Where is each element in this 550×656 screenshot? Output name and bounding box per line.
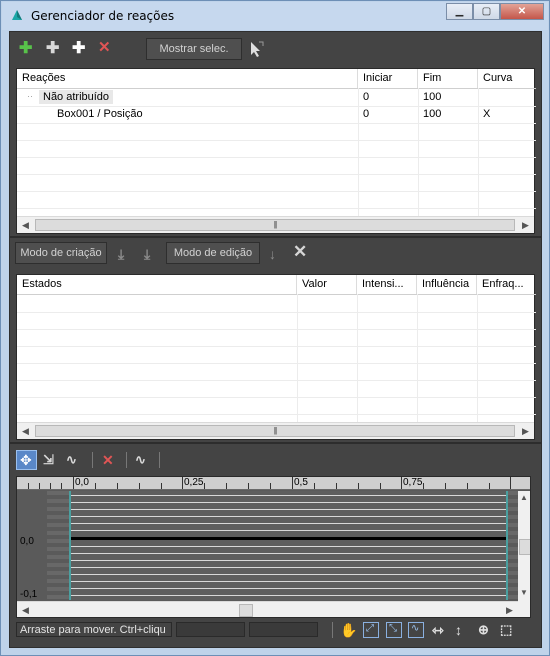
zoom-horizontal-button[interactable]: ⤡ <box>386 622 402 638</box>
status-hint: Arraste para mover. Ctrl+cliqu <box>16 622 172 637</box>
add-selected-icon[interactable]: ✚ <box>46 41 59 57</box>
x-tick-label: 0,25 <box>184 477 204 488</box>
scroll-left-icon[interactable]: ◀ <box>17 602 34 617</box>
states-list: Estados Valor Intensi... Influência Enfr… <box>16 274 536 440</box>
x-tick-label: 0,5 <box>294 477 308 488</box>
add-point-icon[interactable]: ∿ <box>66 452 77 468</box>
scroll-thumb[interactable]: ||| <box>35 219 515 231</box>
scale-keys-icon[interactable]: ⇲ <box>43 452 54 468</box>
scroll-left-icon[interactable]: ◀ <box>17 423 34 439</box>
move-keys-button[interactable]: ✥ <box>16 450 37 470</box>
reaction-end: 100 <box>423 108 442 120</box>
curve-line[interactable] <box>71 537 506 540</box>
client-area: ✚ ✚ ✚ ✕ Mostrar selec. Reações Iniciar F… <box>9 31 542 648</box>
zoom-region-icon[interactable]: ⬚ <box>500 622 512 638</box>
zoom-extents-icon: ⤢ <box>366 623 374 634</box>
status-field-x[interactable] <box>176 622 245 637</box>
scroll-right-icon[interactable]: ▶ <box>517 217 534 233</box>
zoom-icon[interactable]: ⊕ <box>478 622 489 638</box>
scroll-thumb[interactable]: ||| <box>35 425 515 437</box>
scroll-down-icon[interactable]: ▼ <box>520 588 528 597</box>
col-reactions-header[interactable]: Reações <box>17 69 358 88</box>
title-bar[interactable]: Gerenciador de reações ▁ ▢ ✕ <box>2 2 548 30</box>
scroll-right-icon[interactable]: ▶ <box>501 602 518 617</box>
scroll-thumb[interactable] <box>519 539 530 555</box>
x-ruler: 0,0 0,25 0,5 0,75 <box>17 477 530 490</box>
curve-editor[interactable]: 0,0 0,25 0,5 0,75 0,0 -0,1 ▲ ▼ ◀ ▶ <box>16 476 531 618</box>
zoom-y-icon[interactable]: ↕ <box>455 622 462 638</box>
add-slave-icon[interactable]: ✚ <box>72 41 85 57</box>
add-state-icon[interactable]: ⤓ <box>118 246 124 262</box>
add-master-icon[interactable]: ✚ <box>19 41 32 57</box>
create-mode-button[interactable]: Modo de criação <box>15 242 107 264</box>
reaction-name: Box001 / Posição <box>57 108 143 120</box>
reactions-list: Reações Iniciar Fim Curva ·· Não atribuí… <box>16 68 536 234</box>
col-states-header[interactable]: Estados <box>17 275 297 294</box>
scroll-right-icon[interactable]: ▶ <box>517 423 534 439</box>
col-curve-header[interactable]: Curva <box>478 69 536 88</box>
reaction-end: 100 <box>423 91 442 103</box>
reaction-start: 0 <box>363 108 370 120</box>
states-hscrollbar[interactable]: ◀ ||| ▶ <box>17 422 534 439</box>
col-value-header[interactable]: Valor <box>297 275 357 294</box>
window-title: Gerenciador de reações <box>31 9 175 23</box>
move-keys-icon: ✥ <box>20 452 32 468</box>
reaction-name: Não atribuído <box>39 90 114 104</box>
reaction-curve: X <box>483 108 491 120</box>
col-end-header[interactable]: Fim <box>418 69 478 88</box>
pan-hand-icon[interactable]: ✋ <box>340 622 357 638</box>
minimize-icon: ▁ <box>455 6 464 17</box>
curve-grid[interactable] <box>71 491 506 600</box>
append-state-icon[interactable]: ⤓ <box>144 246 150 262</box>
delete-icon[interactable]: ✕ <box>98 40 111 56</box>
zoom-x-icon[interactable]: ⇿ <box>432 622 444 638</box>
show-selected-button[interactable]: Mostrar selec. <box>146 38 242 60</box>
col-influence-header[interactable]: Influência <box>417 275 477 294</box>
col-start-header[interactable]: Iniciar <box>358 69 418 88</box>
minimize-button[interactable]: ▁ <box>446 3 473 20</box>
zoom-vertical-icon: ∿ <box>411 623 420 634</box>
select-cursor-icon[interactable] <box>248 40 266 58</box>
maximize-button[interactable]: ▢ <box>473 3 500 20</box>
reactions-hscrollbar[interactable]: ◀ ||| ▶ <box>17 216 534 233</box>
tree-connector-icon: ·· <box>27 91 33 101</box>
reactions-toolbar: ✚ ✚ ✚ ✕ Mostrar selec. <box>10 32 541 66</box>
delete-point-icon[interactable]: ✕ <box>102 452 114 468</box>
close-button[interactable]: ✕ <box>500 3 544 20</box>
x-tick-label: 0,0 <box>75 477 89 488</box>
reset-curve-icon[interactable]: ∿ <box>135 452 146 468</box>
reaction-start: 0 <box>363 91 370 103</box>
zoom-vertical-button[interactable]: ∿ <box>408 622 424 638</box>
scroll-left-icon[interactable]: ◀ <box>17 217 34 233</box>
scroll-thumb[interactable] <box>239 604 253 617</box>
zoom-horizontal-icon: ⤡ <box>389 623 397 634</box>
curve-hscrollbar[interactable]: ◀ ▶ <box>17 601 518 617</box>
y-tick-label: -0,1 <box>20 589 38 600</box>
curve-vscrollbar[interactable]: ▲ ▼ <box>518 491 530 617</box>
zoom-extents-button[interactable]: ⤢ <box>363 622 379 638</box>
x-tick-label: 0,75 <box>403 477 423 488</box>
col-falloff-header[interactable]: Enfraq... <box>477 275 536 294</box>
reaction-manager-window: Gerenciador de reações ▁ ▢ ✕ ✚ ✚ ✚ ✕ Mos… <box>0 0 550 656</box>
status-field-y[interactable] <box>249 622 318 637</box>
close-icon: ✕ <box>517 6 527 17</box>
col-strength-header[interactable]: Intensi... <box>357 275 417 294</box>
y-tick-label: 0,0 <box>20 536 34 547</box>
app-3dsmax-icon <box>12 10 22 20</box>
edit-mode-button[interactable]: Modo de edição <box>166 242 260 264</box>
maximize-icon: ▢ <box>481 6 492 17</box>
set-state-icon[interactable]: ↓ <box>269 246 276 262</box>
delete-state-icon[interactable]: ✕ <box>293 243 307 260</box>
scroll-up-icon[interactable]: ▲ <box>520 493 528 502</box>
